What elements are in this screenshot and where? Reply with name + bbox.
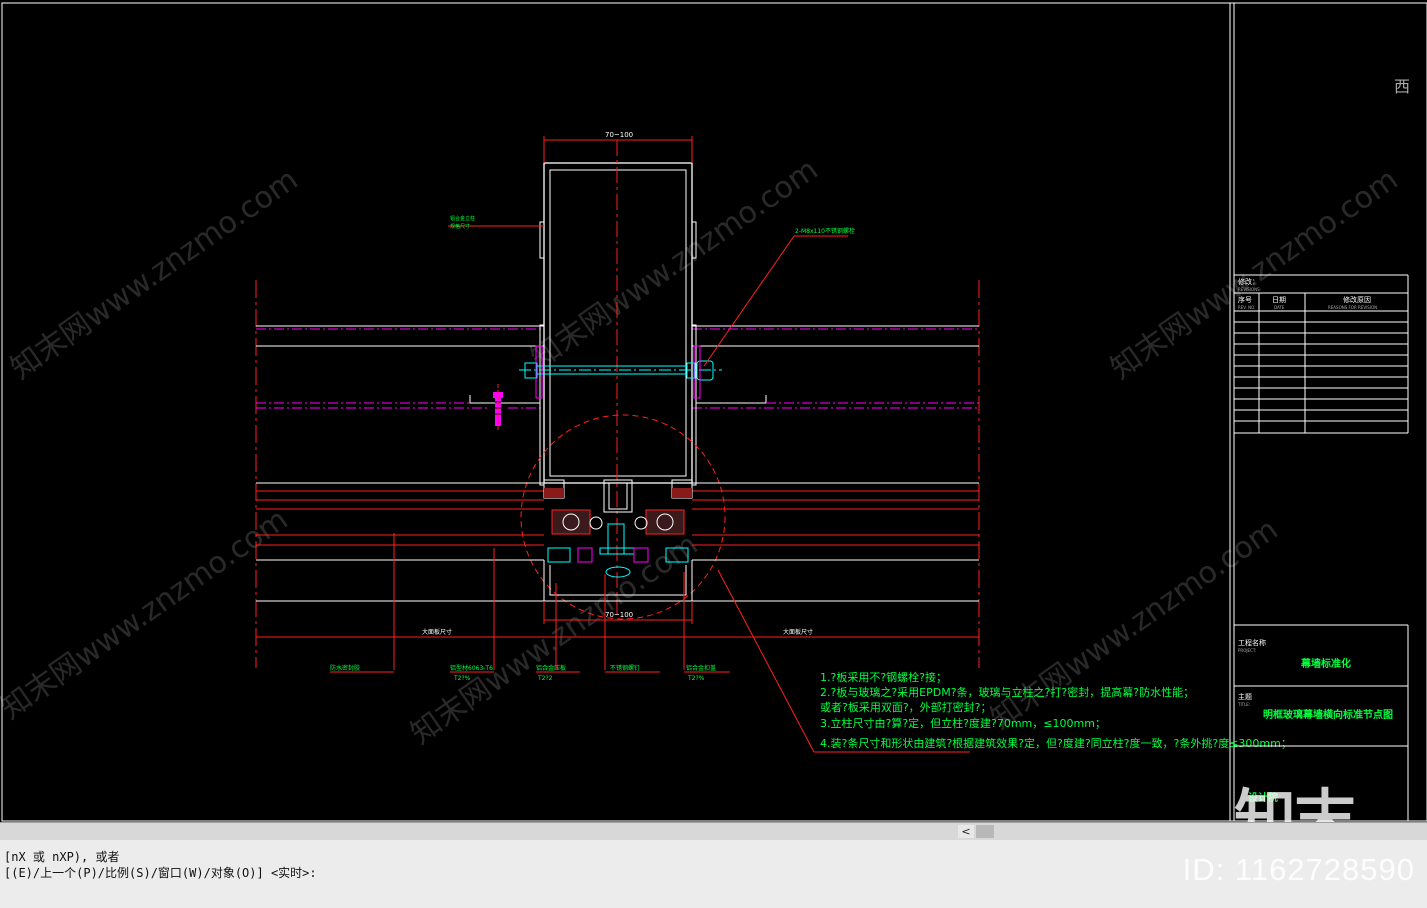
svg-text:REASONS FOR REVISION: REASONS FOR REVISION (1328, 305, 1377, 310)
svg-text:铝合金立柱: 铝合金立柱 (450, 215, 475, 222)
title-label: 主题 (1238, 692, 1252, 701)
corner-char: 西 (1394, 77, 1410, 96)
svg-text:序号: 序号 (1238, 295, 1252, 304)
svg-text:TITLE:: TITLE: (1237, 702, 1250, 707)
command-prompt-line[interactable]: [(E)/上一个(P)/比例(S)/窗口(W)/对象(O)] <实时>: (4, 864, 317, 881)
svg-text:70~100: 70~100 (605, 131, 633, 139)
label-screw: 不锈钢螺钉 (610, 664, 640, 672)
svg-text:大面板尺寸: 大面板尺寸 (422, 628, 452, 636)
watermark-id: ID: 1162728590 (1182, 852, 1415, 887)
screw-left (490, 384, 506, 432)
note-3: 或者?板采用双面?，外部打密封?； (820, 700, 992, 714)
watermark-diag-2: 知末网www.znzmo.com (525, 152, 825, 377)
svg-text:修改原因: 修改原因 (1343, 295, 1371, 304)
bracket-right (696, 395, 767, 404)
label-sealant: 防水密封胶 (330, 664, 360, 672)
label-alu-profile: 铝型材6063-T6 (450, 664, 493, 672)
revisions-sub: REVISIONS: (1238, 287, 1261, 292)
dim-top: 70~100 (543, 131, 693, 163)
note-4: 3.立柱尺寸由?算?定，但立柱?度建?70mm，≤100mm； (820, 716, 1106, 730)
watermark-diag-5: 知末网www.znzmo.com (405, 527, 705, 752)
project-name: 幕墙标准化 (1300, 657, 1351, 670)
svg-text:REV. NO.: REV. NO. (1238, 305, 1255, 310)
watermark-diag-4: 知末网www.znzmo.com (0, 502, 294, 727)
note-2: 2.?板与玻璃之?采用EPDM?条，玻璃与立柱之?打?密封，提高幕?防水性能； (820, 685, 1194, 699)
svg-text:规格尺寸: 规格尺寸 (450, 223, 470, 230)
svg-text:DATE: DATE (1274, 305, 1285, 310)
watermark-diag-1: 知末网www.znzmo.com (5, 162, 305, 387)
label-alu-profile-sub: T2?% (453, 675, 471, 682)
scroll-left-icon[interactable]: < (958, 825, 974, 838)
project-label: 工程名称 (1238, 638, 1266, 647)
svg-text:PROJECT:: PROJECT: (1238, 648, 1256, 653)
note-5: 4.装?条尺寸和形状由建筑?根据建筑效果?定，但?度建?同立柱?度一致，?条外挑… (820, 736, 1292, 750)
watermark-group: 知末网www.znzmo.com 知末网www.znzmo.com 知末网www… (0, 152, 1404, 752)
svg-text:2-M8x110不锈钢螺栓: 2-M8x110不锈钢螺栓 (795, 227, 855, 235)
horizontal-scrollbar[interactable]: < (0, 822, 1427, 840)
label-cap: 铝合金扣盖 (686, 664, 716, 672)
command-history-line-1: [nX 或 nXP), 或者 (4, 850, 120, 864)
svg-text:70~100: 70~100 (605, 611, 633, 619)
revisions-title: 修改： (1238, 277, 1259, 286)
drawing-canvas[interactable]: 知末网www.znzmo.com 知末网www.znzmo.com 知末网www… (0, 0, 1427, 822)
logo-watermark: 知末 (1234, 782, 1356, 822)
callout-mullion: 铝合金立柱 规格尺寸 (448, 215, 544, 230)
svg-text:大面板尺寸: 大面板尺寸 (783, 628, 813, 636)
watermark-diag-3: 知末网www.znzmo.com (1105, 162, 1405, 387)
label-cap-sub: T2?% (687, 675, 705, 682)
scroll-thumb[interactable] (976, 825, 994, 838)
cad-drawing: 知末网www.znzmo.com 知末网www.znzmo.com 知末网www… (0, 2, 1427, 822)
frame-border (1, 2, 1427, 822)
svg-text:日期: 日期 (1272, 296, 1286, 304)
note-1: 1.?板采用不?钢螺栓?接； (820, 670, 947, 684)
label-pressure-plate-sub: T2?2 (537, 675, 553, 682)
label-pressure-plate: 铝合金压板 (536, 664, 566, 672)
title-name: 明框玻璃幕墙横向标准节点图 (1263, 708, 1393, 721)
